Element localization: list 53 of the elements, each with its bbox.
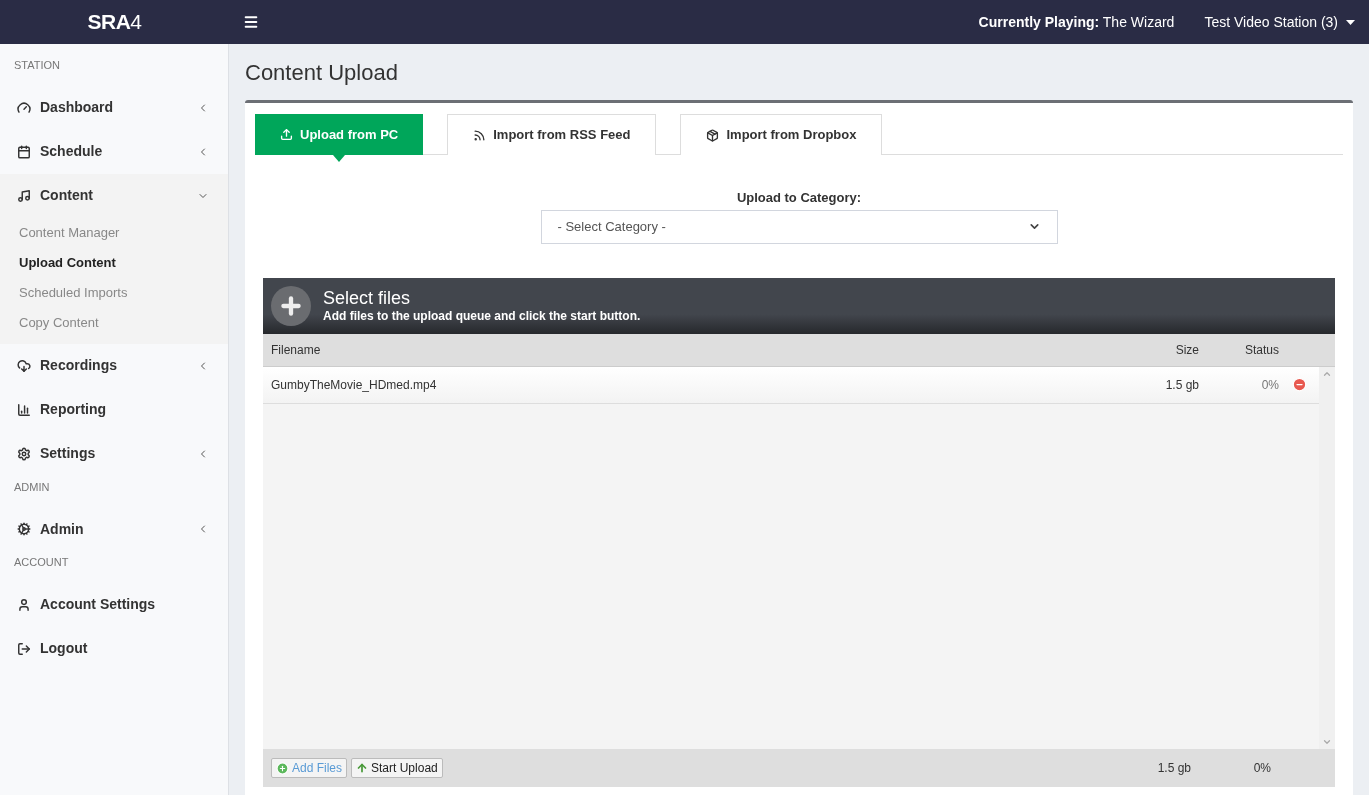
user-icon xyxy=(17,597,31,612)
sidebar-item[interactable]: Logout xyxy=(0,626,228,671)
bar-chart-icon xyxy=(17,402,31,417)
add-icon xyxy=(276,761,289,775)
cog-icon xyxy=(17,522,31,536)
column-header: Status xyxy=(1243,341,1279,359)
sidebar-section-label: ADMIN xyxy=(13,479,51,495)
sidebar-section-label: ACCOUNT xyxy=(13,555,70,570)
rss-icon xyxy=(473,128,487,142)
file-row[interactable]: GumbyTheMovie_HDmed.mp4 1.5 gb 0% xyxy=(263,366,1319,404)
logout-icon xyxy=(17,641,31,656)
uploader-title: Select files xyxy=(323,287,412,308)
cloud-download-icon xyxy=(17,358,31,373)
sidebar-item[interactable]: Account Settings xyxy=(0,582,228,627)
uploader-subtitle: Add files to the upload queue and click the start button. xyxy=(323,307,641,324)
sidebar-section-label: STATION xyxy=(13,58,62,73)
start-upload-button[interactable]: Start Upload xyxy=(351,758,443,778)
page-title: Content Upload xyxy=(245,58,399,87)
sidebar-item[interactable]: Dashboard xyxy=(0,85,228,130)
tab-pointer-icon xyxy=(333,155,346,162)
music-note-icon xyxy=(17,188,31,203)
file-size: 1.5 gb xyxy=(1164,376,1199,394)
sidebar-item[interactable]: Recordings xyxy=(0,343,228,388)
column-header: Filename xyxy=(271,341,322,359)
gauge-icon xyxy=(17,100,31,115)
settings-icon xyxy=(17,446,31,461)
arrow-up-icon xyxy=(356,762,369,774)
calendar-icon xyxy=(17,144,31,159)
scroll-down-icon[interactable] xyxy=(1322,737,1332,747)
menu-toggle-button[interactable] xyxy=(243,14,259,30)
scrollbar[interactable] xyxy=(1319,366,1335,749)
remove-icon[interactable] xyxy=(1291,377,1307,392)
total-status: 0% xyxy=(1252,760,1271,777)
total-size: 1.5 gb xyxy=(1156,760,1191,777)
sidebar-item[interactable]: Admin xyxy=(0,507,228,551)
sidebar-item[interactable]: Reporting xyxy=(0,387,228,432)
upload-icon xyxy=(280,128,293,141)
file-name: GumbyTheMovie_HDmed.mp4 xyxy=(271,376,438,394)
category-select[interactable]: - Select Category - xyxy=(540,209,1058,244)
tab[interactable]: Import from RSS Feed xyxy=(447,114,657,155)
file-status: 0% xyxy=(1260,376,1279,394)
sidebar-item[interactable]: Content xyxy=(0,173,228,218)
sidebar-item[interactable]: Schedule xyxy=(0,129,228,174)
sidebar-item[interactable]: Settings xyxy=(0,431,228,476)
brand-logo[interactable]: SRA4 xyxy=(87,6,142,38)
station-dropdown[interactable]: Test Video Station (3) xyxy=(1204,11,1365,33)
box-icon xyxy=(706,128,720,142)
sidebar-subitem[interactable]: Upload Content xyxy=(0,247,228,278)
tab[interactable]: Import from Dropbox xyxy=(680,114,883,155)
now-playing-text: Currently Playing: The Wizard xyxy=(978,12,1175,32)
column-header: Size xyxy=(1174,341,1199,359)
category-label: Upload to Category: xyxy=(736,189,862,207)
caret-icon xyxy=(1346,19,1355,25)
